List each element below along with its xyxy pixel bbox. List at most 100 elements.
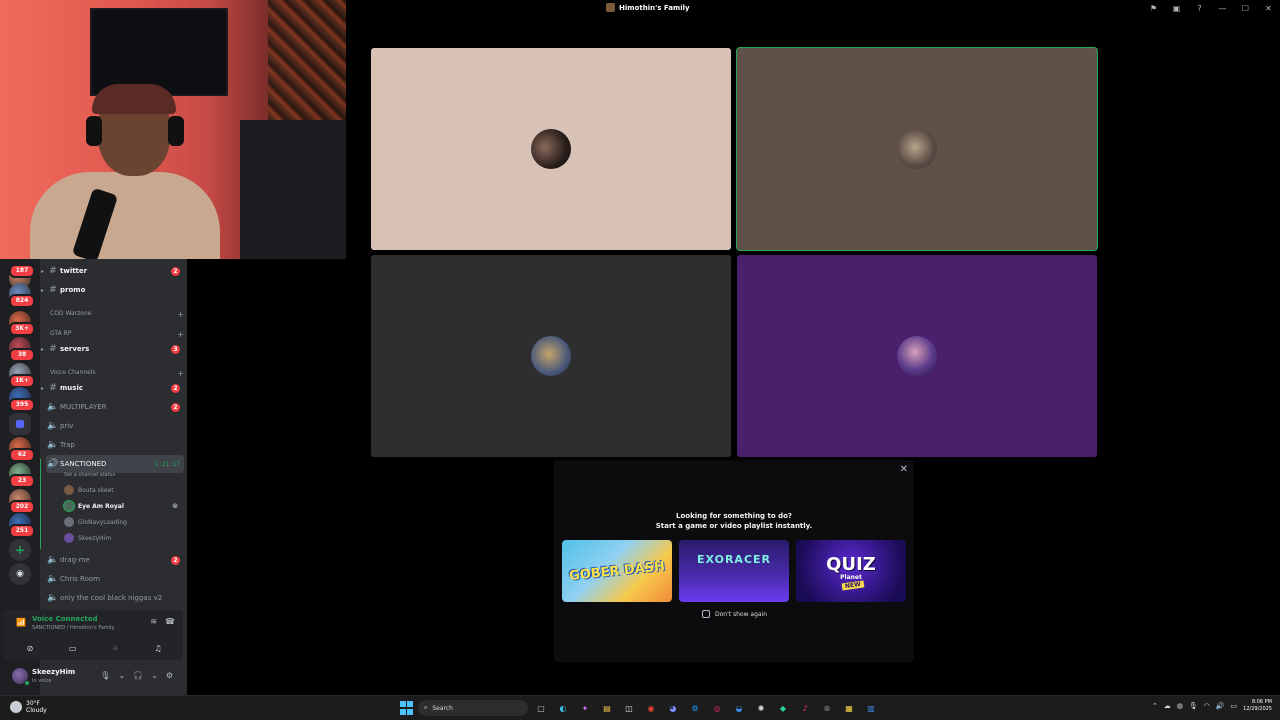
copilot-icon[interactable]: ✦: [576, 699, 594, 717]
channel-status[interactable]: Set a channel status: [64, 472, 115, 478]
sticky-notes-icon[interactable]: ▦: [840, 699, 858, 717]
channel-servers[interactable]: ▸ # servers 3: [41, 340, 184, 358]
store-icon[interactable]: ◫: [620, 699, 638, 717]
server-icon-10[interactable]: 251: [9, 513, 35, 538]
edge-icon[interactable]: ◐: [554, 699, 572, 717]
battery-icon[interactable]: ▭: [1231, 702, 1238, 710]
server-icon-3[interactable]: 3K+: [9, 311, 35, 336]
headphones-icon[interactable]: 🎧: [133, 671, 143, 680]
channel-promo[interactable]: ▸ # promo: [41, 281, 184, 299]
voice-user[interactable]: Eye Am Royal ⊗: [64, 499, 180, 513]
maximize-icon[interactable]: ☐: [1234, 0, 1257, 16]
settings-gear-icon[interactable]: ⚙: [166, 671, 173, 680]
noise-suppression-icon[interactable]: ≋: [150, 617, 157, 626]
taskbar-search[interactable]: ⌕ Search: [418, 700, 528, 716]
inbox-icon[interactable]: ▣: [1165, 0, 1188, 16]
game-card-exoracer[interactable]: EXORACER: [679, 540, 789, 602]
discover-icon[interactable]: ◉: [9, 563, 31, 585]
wifi-icon[interactable]: ◠: [1204, 702, 1210, 710]
voice-location[interactable]: SANCTIONED / Himothin's Family: [32, 625, 114, 631]
add-channel-icon[interactable]: +: [177, 330, 184, 339]
server-icon-6[interactable]: 395: [9, 387, 35, 412]
activities-button[interactable]: ⁘: [97, 640, 133, 656]
channel-label: Trap: [60, 441, 75, 449]
steam-icon[interactable]: ⚙: [686, 699, 704, 717]
text-channel-icon: #: [49, 344, 57, 354]
game-card-quiz-planet[interactable]: QUIZ Planet NEW: [796, 540, 906, 602]
dont-show-again[interactable]: Don't show again: [702, 610, 767, 618]
volume-icon[interactable]: 🔊: [1216, 702, 1225, 710]
voice-user[interactable]: SkeezyHim: [64, 531, 180, 545]
clock[interactable]: 8:06 PM 12/29/2025: [1243, 699, 1272, 713]
game-logo: EXORACER: [697, 552, 771, 566]
app-icon[interactable]: ◆: [774, 699, 792, 717]
voice-user[interactable]: Bouta skeet: [64, 483, 180, 497]
voice-user[interactable]: GloNavyLoading: [64, 515, 180, 529]
soundboard-button[interactable]: ♫: [140, 640, 176, 656]
server-icon-8[interactable]: 23: [9, 463, 35, 488]
tray-app-icon[interactable]: ◍: [1177, 702, 1183, 710]
channel-chris-room[interactable]: 🔈 Chris Room: [46, 570, 184, 588]
add-server-icon[interactable]: +: [9, 539, 31, 561]
xbox-icon[interactable]: ⊗: [818, 699, 836, 717]
discord-icon[interactable]: ◕: [664, 699, 682, 717]
chevron-down-icon[interactable]: ⌄: [118, 671, 125, 680]
channel-priv[interactable]: 🔈 priv: [46, 417, 184, 435]
server-icon-9[interactable]: 202: [9, 489, 35, 514]
server-folder[interactable]: [9, 413, 31, 435]
add-channel-icon[interactable]: +: [177, 310, 184, 319]
channel-trap[interactable]: 🔈 Trap: [46, 436, 184, 454]
participant-tile-4[interactable]: [737, 255, 1097, 457]
server-icon-4[interactable]: 38: [9, 337, 35, 362]
streamer-body: [30, 172, 220, 259]
participant-tile-1[interactable]: [371, 48, 731, 250]
disconnect-icon[interactable]: ☎: [165, 617, 175, 626]
instagram-icon[interactable]: ◎: [708, 699, 726, 717]
chevron-down-icon[interactable]: ⌄: [151, 671, 158, 680]
voice-status[interactable]: Voice Connected: [32, 615, 98, 623]
category-cod-warzone[interactable]: COD Warzone +: [50, 310, 184, 319]
close-icon[interactable]: ✕: [900, 464, 908, 475]
checkbox[interactable]: [702, 610, 710, 618]
username[interactable]: SkeezyHim: [32, 668, 75, 676]
microphone-icon[interactable]: 🎙: [100, 671, 110, 680]
server-icon-5[interactable]: 1K+: [9, 363, 35, 388]
category-voice-channels[interactable]: Voice Channels +: [50, 369, 184, 378]
microphone-icon[interactable]: 🎙: [1189, 702, 1198, 710]
participant-tile-3[interactable]: [371, 255, 731, 457]
channel-drag-me[interactable]: 🔈 drag-me 2: [46, 551, 184, 569]
task-view-icon[interactable]: ▢: [532, 699, 550, 717]
participant-tile-2[interactable]: [737, 48, 1097, 250]
channel-multiplayer[interactable]: 🔈 MULTIPLAYER 2: [46, 398, 184, 416]
tray-app-icon[interactable]: ☁: [1164, 702, 1171, 710]
channel-music[interactable]: ▸ # music 2: [41, 379, 184, 397]
file-explorer-icon[interactable]: ▤: [598, 699, 616, 717]
tiktok-icon[interactable]: ♪: [796, 699, 814, 717]
chrome-icon[interactable]: ◉: [642, 699, 660, 717]
channel-cool[interactable]: 🔈 only the cool black niggas v2: [46, 589, 184, 607]
chatgpt-icon[interactable]: ✺: [752, 699, 770, 717]
add-channel-icon[interactable]: +: [177, 369, 184, 378]
video-off-button[interactable]: ⊘: [12, 640, 48, 656]
flag-icon[interactable]: ⚑: [1142, 0, 1165, 16]
start-icon[interactable]: [400, 701, 414, 715]
channel-twitter[interactable]: ▸ # twitter 2: [41, 262, 184, 280]
avatar: [64, 485, 74, 495]
signal-icon[interactable]: 📶: [16, 618, 26, 627]
category-label: Voice Channels: [50, 369, 96, 376]
minimize-icon[interactable]: —: [1211, 0, 1234, 16]
search-label: Search: [432, 704, 453, 712]
messenger-icon[interactable]: ◒: [730, 699, 748, 717]
game-card-gober-dash[interactable]: GOBER DASH: [562, 540, 672, 602]
category-gta-rp[interactable]: GTA RP +: [50, 330, 184, 339]
weather-widget[interactable]: 30°F Cloudy: [10, 700, 47, 714]
voice-user-name: SkeezyHim: [78, 534, 112, 542]
server-icon-7[interactable]: 62: [9, 437, 35, 462]
close-icon[interactable]: ✕: [1257, 0, 1280, 16]
channel-sanctioned[interactable]: 🔊 SANCTIONED 1:21:17: [46, 455, 184, 473]
chevron-up-icon[interactable]: ⌃: [1152, 702, 1158, 710]
screen-share-button[interactable]: ▭: [55, 640, 91, 656]
help-icon[interactable]: ?: [1188, 0, 1211, 16]
server-icon-2[interactable]: 824: [9, 283, 35, 308]
app-icon[interactable]: ▥: [862, 699, 880, 717]
